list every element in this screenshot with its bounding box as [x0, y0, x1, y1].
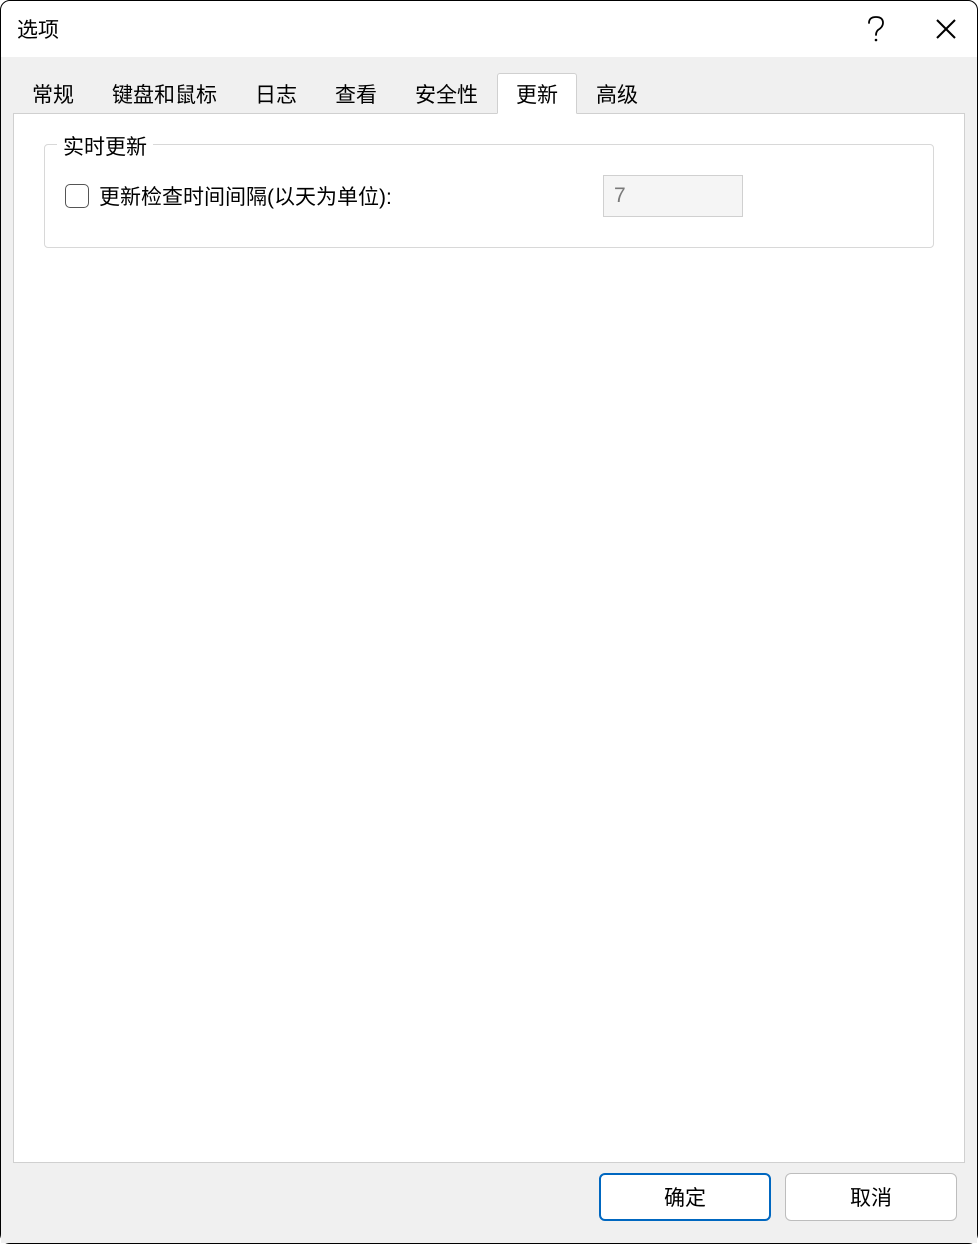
- cancel-button[interactable]: 取消: [785, 1173, 957, 1221]
- update-interval-checkbox[interactable]: [65, 184, 89, 208]
- tab-keyboard-mouse[interactable]: 键盘和鼠标: [93, 73, 236, 113]
- groupbox-realtime-update: 实时更新 更新检查时间间隔(以天为单位):: [44, 144, 934, 248]
- tabs: 常规 键盘和鼠标 日志 查看 安全性 更新 高级: [13, 73, 965, 113]
- titlebar-buttons: [861, 14, 961, 44]
- options-dialog: 选项 常规 键盘和鼠标 日志 查看 安全性: [0, 0, 978, 1244]
- update-interval-input[interactable]: [603, 175, 743, 217]
- tab-general[interactable]: 常规: [13, 73, 93, 113]
- update-interval-label: 更新检查时间间隔(以天为单位):: [99, 181, 392, 211]
- groupbox-title: 实时更新: [57, 131, 153, 161]
- ok-button[interactable]: 确定: [599, 1173, 771, 1221]
- titlebar: 选项: [1, 1, 977, 57]
- tab-container: 常规 键盘和鼠标 日志 查看 安全性 更新 高级 实时更新 更新检查时间间隔(以…: [13, 73, 965, 1163]
- tab-content-update: 实时更新 更新检查时间间隔(以天为单位):: [13, 113, 965, 1163]
- window-title: 选项: [17, 14, 861, 44]
- close-icon[interactable]: [931, 14, 961, 44]
- update-interval-row: 更新检查时间间隔(以天为单位):: [65, 175, 913, 217]
- tab-security[interactable]: 安全性: [396, 73, 497, 113]
- tab-update[interactable]: 更新: [497, 73, 577, 114]
- client-area: 常规 键盘和鼠标 日志 查看 安全性 更新 高级 实时更新 更新检查时间间隔(以…: [1, 57, 977, 1243]
- tab-view[interactable]: 查看: [316, 73, 396, 113]
- help-icon[interactable]: [861, 14, 891, 44]
- tab-log[interactable]: 日志: [236, 73, 316, 113]
- dialog-footer: 确定 取消: [13, 1163, 965, 1231]
- tab-advanced[interactable]: 高级: [577, 73, 657, 113]
